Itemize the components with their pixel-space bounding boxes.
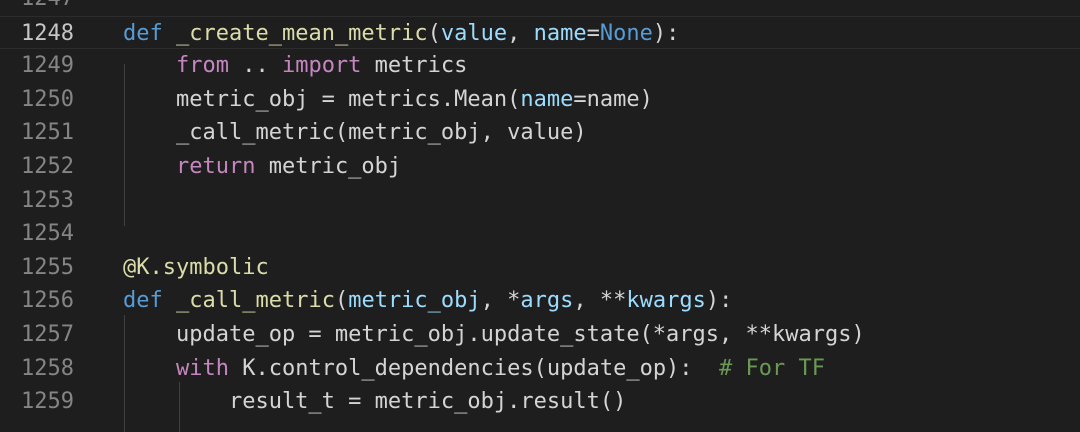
line-number: 1259 <box>21 389 74 415</box>
code-token: def <box>123 288 163 314</box>
code-text[interactable]: def _create_mean_metric(value, name=None… <box>123 17 679 51</box>
code-token: ( <box>427 20 441 46</box>
line-number: 1252 <box>21 154 74 179</box>
code-token: =name) <box>573 86 653 112</box>
code-token: , * <box>480 288 521 314</box>
code-token: .. <box>228 53 282 79</box>
code-line[interactable]: 1254 <box>0 217 1080 251</box>
code-token: metrics <box>361 53 468 79</box>
code-line[interactable]: 1247 <box>0 0 1080 16</box>
line-number: 1248 <box>21 20 74 46</box>
code-text[interactable]: @K.symbolic <box>123 251 269 285</box>
code-token: from <box>175 53 229 79</box>
code-token: K.control_dependencies(update_op): <box>228 355 720 381</box>
code-editor[interactable]: 12471248def _create_mean_metric(value, n… <box>0 0 1080 432</box>
code-token: with <box>175 355 229 381</box>
code-token: _call_metric(metric_obj, value) <box>123 120 587 146</box>
line-number: 1257 <box>21 322 74 347</box>
code-text[interactable]: result_t = metric_obj.result() <box>123 385 626 419</box>
code-text[interactable]: return metric_obj <box>123 150 401 184</box>
code-token: import <box>281 53 362 79</box>
code-token: value <box>440 20 508 46</box>
code-line[interactable]: 1249 from .. import metrics <box>0 49 1080 83</box>
code-token: ): <box>705 288 733 314</box>
code-text[interactable]: from .. import metrics <box>123 49 467 83</box>
code-text[interactable]: _call_metric(metric_obj, value) <box>123 116 587 150</box>
code-token: name <box>533 20 587 46</box>
code-token: args <box>520 288 574 314</box>
code-line[interactable]: 1253 <box>0 184 1080 218</box>
code-token: result_t = metric_obj.result() <box>123 389 627 415</box>
code-token: update_op = metric_obj.update_state(*arg… <box>123 322 865 347</box>
code-text[interactable]: update_op = metric_obj.update_state(*arg… <box>123 318 865 352</box>
code-text[interactable]: with K.control_dependencies(update_op): … <box>123 352 825 386</box>
code-token: _create_mean_metric <box>176 20 428 46</box>
code-text[interactable]: metric_obj = metrics.Mean(name=name) <box>123 83 653 117</box>
code-line[interactable]: 1255 @K.symbolic <box>0 251 1080 285</box>
code-token: metric_obj <box>255 154 402 179</box>
code-line[interactable]: 1257 update_op = metric_obj.update_state… <box>0 318 1080 352</box>
code-line[interactable]: 1256 def _call_metric(metric_obj, *args, … <box>0 284 1080 318</box>
line-number: 1254 <box>21 221 74 247</box>
code-token: = <box>586 20 600 46</box>
line-number: 1253 <box>21 187 74 213</box>
code-token: ( <box>334 288 349 314</box>
code-token: , ** <box>573 288 627 314</box>
code-line[interactable]: 1250 metric_obj = metrics.Mean(name=name… <box>0 83 1080 117</box>
code-token: @K.symbolic <box>123 254 269 280</box>
code-token: , <box>507 20 534 46</box>
code-token: kwargs <box>626 288 706 314</box>
code-line[interactable]: 1248 def _create_mean_metric(value, name=… <box>0 15 1080 51</box>
line-number: 1251 <box>21 120 74 146</box>
line-number: 1250 <box>21 86 74 112</box>
line-number: 1255 <box>21 254 74 280</box>
code-line[interactable]: 1252 return metric_obj <box>0 150 1080 184</box>
code-token: metric_obj <box>348 288 481 314</box>
code-token: name <box>520 86 574 112</box>
line-number: 1247 <box>0 0 74 16</box>
code-token: ): <box>652 20 680 46</box>
code-line[interactable]: 1251 _call_metric(metric_obj, value) <box>0 116 1080 150</box>
line-number: 1249 <box>21 53 74 79</box>
line-number: 1256 <box>21 288 74 314</box>
code-token: return <box>175 154 256 179</box>
code-token: # For TF <box>719 355 826 381</box>
code-token: _call_metric <box>176 288 335 314</box>
code-text[interactable]: def _call_metric(metric_obj, *args, **kw… <box>123 284 732 318</box>
line-number: 1258 <box>21 355 74 381</box>
code-token: None <box>599 20 653 46</box>
code-token: def <box>123 20 163 46</box>
code-line[interactable]: 1259 result_t = metric_obj.result() <box>0 385 1080 419</box>
code-token: metric_obj = metrics.Mean( <box>123 86 521 112</box>
code-line[interactable]: 1258 with K.control_dependencies(update_… <box>0 352 1080 386</box>
